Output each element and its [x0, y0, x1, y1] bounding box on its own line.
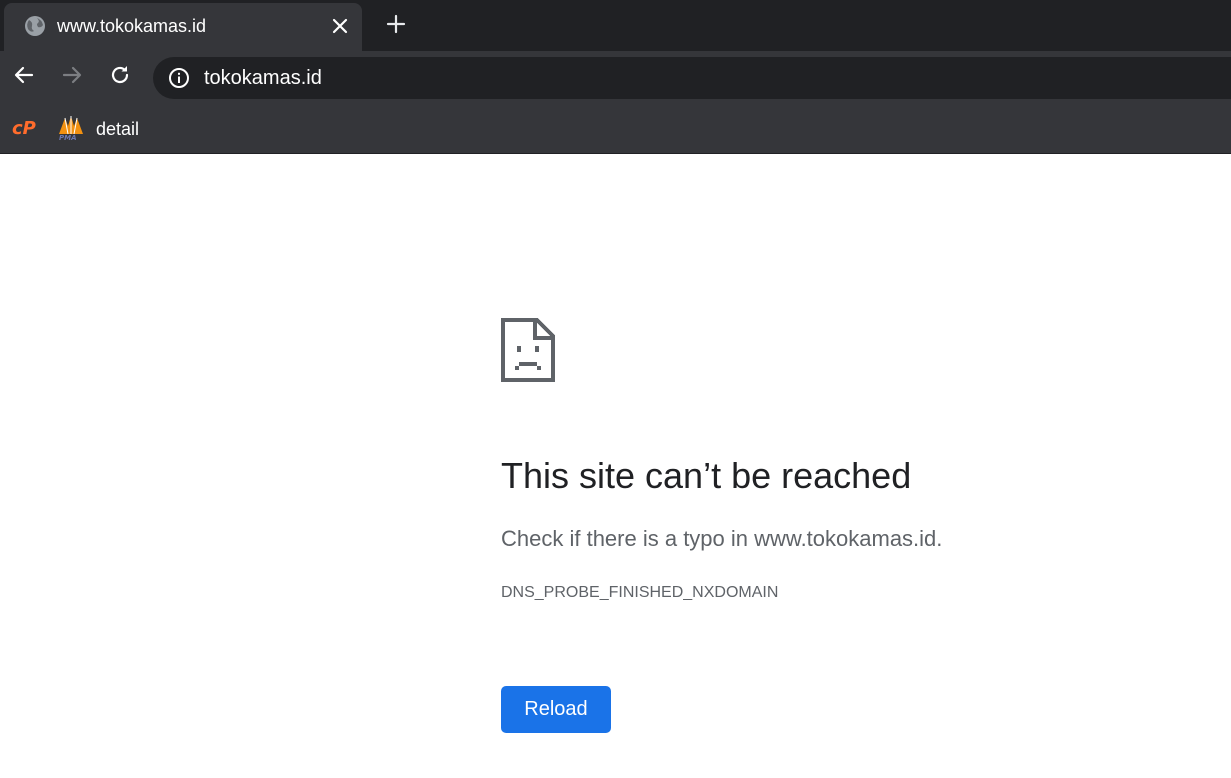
- sad-page-icon: [501, 318, 555, 382]
- globe-icon: [23, 14, 47, 38]
- error-code: DNS_PROBE_FINISHED_NXDOMAIN: [501, 584, 779, 601]
- error-page: This site can’t be reached Check if ther…: [0, 154, 1231, 778]
- error-message: Check if there is a typo in www.tokokama…: [501, 526, 943, 551]
- address-text: tokokamas.id: [204, 67, 322, 89]
- tab-active[interactable]: www.tokokamas.id: [4, 3, 362, 51]
- bookmark-cpanel[interactable]: cP: [10, 115, 40, 143]
- cpanel-icon: cP: [11, 117, 39, 142]
- bookmarks-bar: cP PMA detail: [0, 104, 1231, 154]
- forward-button[interactable]: [56, 61, 88, 93]
- back-button[interactable]: [8, 61, 40, 93]
- address-bar[interactable]: tokokamas.id: [153, 57, 1231, 99]
- tab-strip: www.tokokamas.id: [0, 0, 1231, 51]
- svg-text:PMA: PMA: [59, 134, 77, 142]
- plus-icon: [386, 14, 406, 39]
- bookmark-label: detail: [96, 118, 140, 139]
- reload-button[interactable]: Reload: [501, 686, 611, 733]
- new-tab-button[interactable]: [380, 10, 412, 42]
- phpmyadmin-icon: PMA: [56, 112, 86, 147]
- tab-title: www.tokokamas.id: [57, 16, 207, 36]
- reload-page-button[interactable]: [104, 61, 136, 93]
- info-circle-icon[interactable]: [167, 66, 191, 90]
- error-title: This site can’t be reached: [501, 455, 912, 496]
- bookmark-detail[interactable]: PMA detail: [56, 112, 139, 146]
- arrow-right-icon: [60, 63, 84, 92]
- toolbar: tokokamas.id: [0, 51, 1231, 104]
- svg-text:cP: cP: [12, 118, 36, 137]
- close-icon[interactable]: [328, 14, 352, 38]
- arrow-left-icon: [12, 63, 36, 92]
- reload-icon: [108, 63, 132, 92]
